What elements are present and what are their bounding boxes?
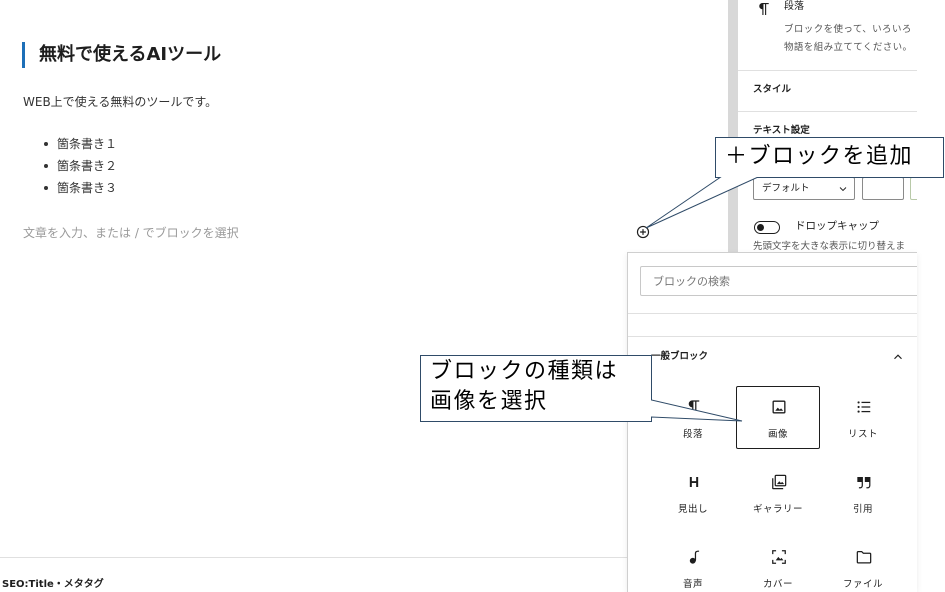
empty-paragraph-placeholder[interactable]: 文章を入力、または / でブロックを選択 — [23, 225, 239, 241]
callout-block-type-text: ブロックの種類は — [430, 359, 619, 384]
callout-add-block-text: ＋ブロックを追加 — [725, 144, 914, 169]
block-card-title: 段落 — [784, 1, 804, 12]
paragraph-icon — [759, 2, 769, 15]
chevron-down-icon — [839, 187, 847, 192]
paragraph-icon — [688, 400, 700, 414]
quote-icon — [857, 477, 871, 489]
block-item-gallery[interactable]: ギャラリー — [736, 461, 820, 524]
folder-icon — [856, 550, 872, 564]
block-item-label: 画像 — [767, 429, 788, 440]
meta-box-divider — [0, 557, 728, 558]
inserter-divider — [628, 336, 917, 337]
paragraph-block[interactable]: WEB上で使える無料のツールです。 — [23, 94, 217, 110]
heading-icon — [689, 477, 699, 487]
gallery-icon — [772, 474, 787, 490]
category-collapse-button[interactable] — [891, 350, 905, 364]
block-item-label: 引用 — [852, 504, 873, 515]
block-item-paragraph[interactable]: 段落 — [651, 386, 735, 449]
list-item[interactable]: 箇条書き２ — [23, 155, 117, 177]
block-item-cover[interactable]: カバー — [736, 536, 820, 592]
toggle-knob — [757, 223, 764, 231]
chevron-up-icon — [894, 354, 902, 360]
block-item-quote[interactable]: 引用 — [821, 461, 905, 524]
image-icon — [772, 400, 786, 414]
font-size-select-value: デフォルト — [762, 183, 810, 194]
wordpress-block-editor: 無料で使えるAIツール WEB上で使える無料のツールです。 箇条書き１ 箇条書き… — [0, 0, 945, 592]
text-settings-panel-toggle[interactable]: テキスト設定 — [753, 125, 810, 137]
block-inserter-popover: 一般ブロック 段落 画像 — [627, 252, 917, 592]
block-item-file[interactable]: ファイル — [821, 536, 905, 592]
block-item-label: 段落 — [682, 429, 703, 440]
block-item-image[interactable]: 画像 — [736, 386, 820, 449]
callout-block-type-text: 画像を選択 — [430, 389, 548, 414]
block-item-label: リスト — [847, 429, 878, 440]
list-icon — [857, 401, 871, 413]
sidebar-divider — [738, 70, 917, 71]
block-item-label: ギャラリー — [752, 504, 803, 515]
drop-cap-toggle[interactable] — [754, 221, 780, 234]
inserter-divider — [628, 313, 917, 314]
block-item-label: カバー — [762, 579, 793, 590]
block-inserter-button[interactable] — [636, 225, 650, 239]
custom-font-size-input[interactable] — [862, 177, 904, 200]
block-card-description: 物語を組み立ててください。 — [784, 42, 913, 53]
style-panel-toggle[interactable]: スタイル — [753, 84, 791, 96]
font-size-reset-button[interactable] — [910, 177, 917, 200]
block-item-label: ファイル — [842, 579, 883, 590]
editor-canvas: 無料で使えるAIツール WEB上で使える無料のツールです。 箇条書き１ 箇条書き… — [0, 0, 728, 592]
category-title: 一般ブロック — [651, 351, 709, 362]
heading-accent-bar — [22, 42, 25, 68]
list-item[interactable]: 箇条書き１ — [23, 133, 117, 155]
block-card-description: ブロックを使って、いろいろ — [784, 24, 912, 35]
block-item-heading[interactable]: 見出し — [651, 461, 735, 524]
block-search-input[interactable] — [640, 266, 917, 296]
heading-block[interactable]: 無料で使えるAIツール — [39, 43, 221, 67]
list-block[interactable]: 箇条書き１ 箇条書き２ 箇条書き３ — [23, 133, 117, 199]
font-size-select[interactable]: デフォルト — [753, 177, 855, 200]
sidebar-divider — [738, 111, 917, 112]
drop-cap-label[interactable]: ドロップキャップ — [795, 219, 879, 233]
cover-icon — [772, 550, 786, 564]
list-item[interactable]: 箇条書き３ — [23, 177, 117, 199]
block-item-list[interactable]: リスト — [821, 386, 905, 449]
seo-meta-box-title[interactable]: SEO:Title・メタタグ — [2, 579, 104, 591]
block-item-audio[interactable]: 音声 — [651, 536, 735, 592]
block-item-label: 音声 — [682, 579, 703, 590]
block-item-label: 見出し — [677, 504, 708, 515]
plus-circle-icon — [636, 225, 650, 239]
audio-icon — [689, 550, 700, 564]
